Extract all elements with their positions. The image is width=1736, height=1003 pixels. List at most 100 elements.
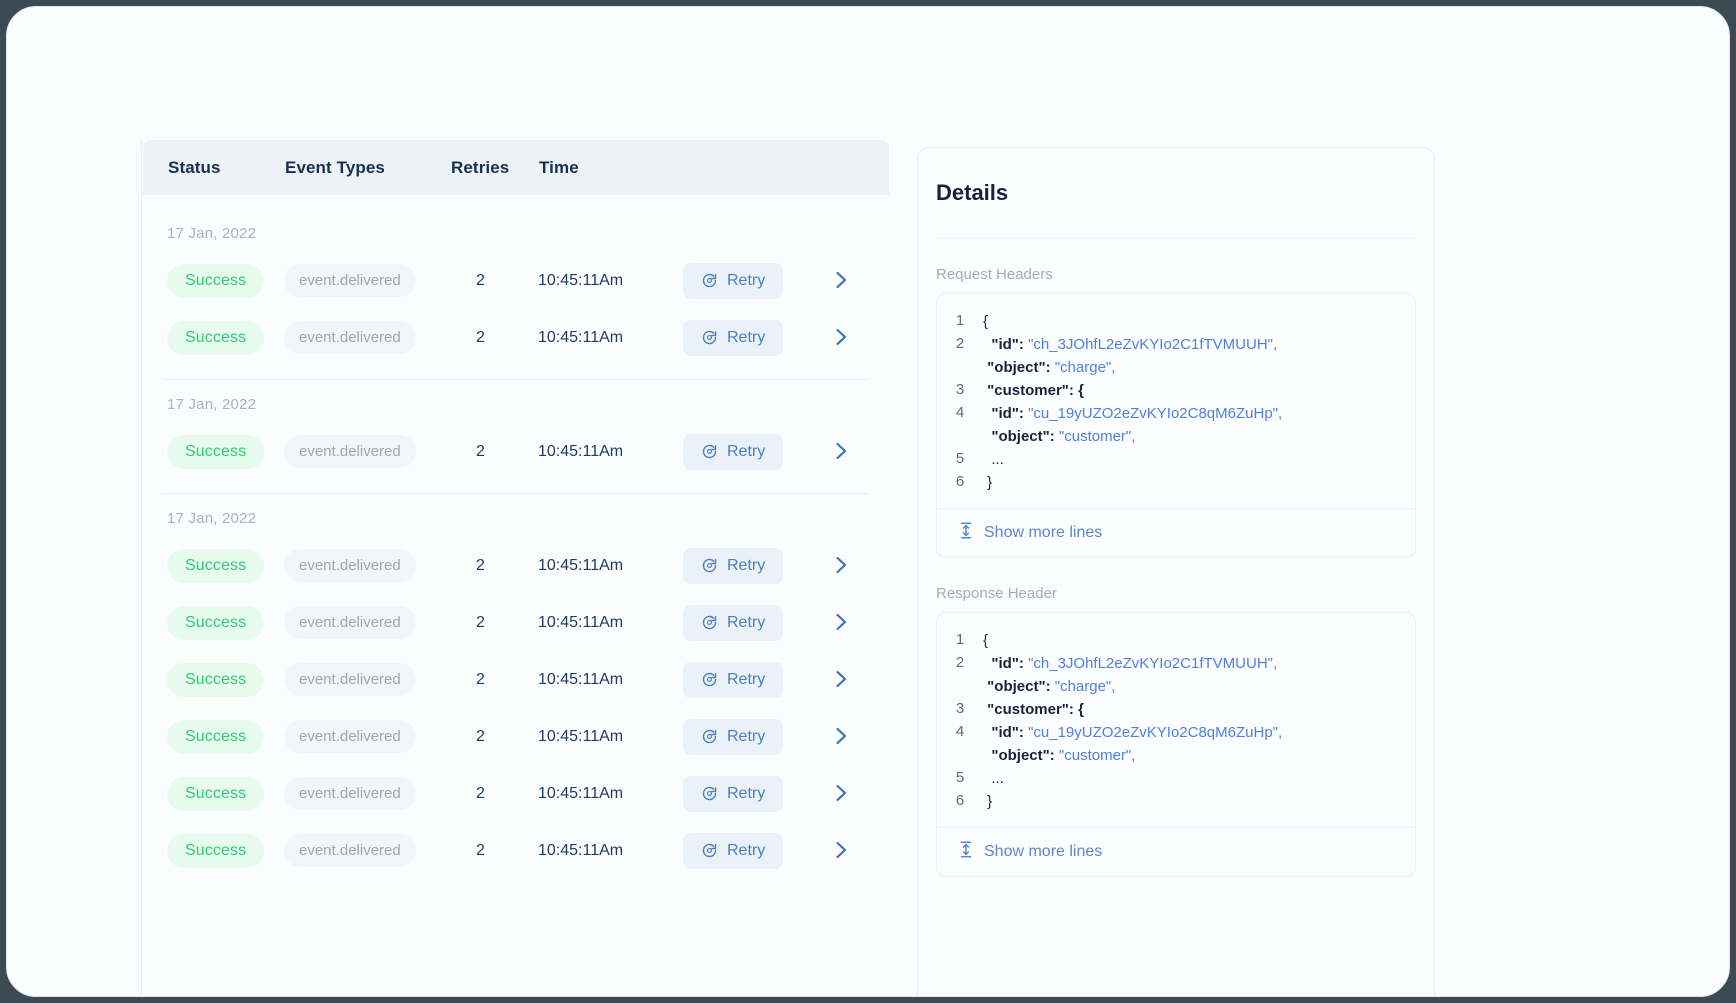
event-type-cell: event.delivered [284, 321, 450, 354]
status-cell: Success [142, 434, 284, 469]
retry-button[interactable]: Retry [683, 832, 784, 869]
code-line-text: ... [983, 770, 1004, 787]
retry-button-label: Retry [727, 613, 766, 631]
table-row[interactable]: Success event.delivered 2 10:45:11Am Retry [142, 708, 889, 765]
retry-button[interactable]: Retry [683, 718, 784, 755]
code-line: 2 "id": "ch_3JOhfL2eZvKYIo2C1fTVMUUH", "… [937, 652, 1415, 698]
time-value: 10:45:11Am [538, 727, 624, 745]
retry-cell: Retry [683, 433, 831, 470]
table-row[interactable]: Success event.delivered 2 10:45:11Am Retry [142, 252, 889, 309]
retry-cell: Retry [683, 832, 831, 869]
event-type-badge: event.delivered [284, 777, 416, 810]
date-group-label: 17 Jan, 2022 [167, 225, 257, 242]
section-label: Response Header [936, 585, 1057, 602]
app-shell: Status Event Types Retries Time 17 Jan, … [6, 6, 1730, 997]
expand-cell [831, 323, 871, 352]
retry-button[interactable]: Retry [683, 661, 784, 698]
column-header-event-types: Event Types [285, 157, 385, 177]
content-area: Status Event Types Retries Time 17 Jan, … [7, 7, 1729, 996]
expand-row-button[interactable] [831, 323, 852, 351]
time-value: 10:45:11Am [538, 328, 624, 346]
retry-button[interactable]: Retry [683, 433, 784, 470]
chevron-right-icon [835, 727, 848, 749]
retry-button[interactable]: Retry [683, 319, 784, 356]
retry-icon [701, 785, 718, 802]
code-card: 1{2 "id": "ch_3JOhfL2eZvKYIo2C1fTVMUUH",… [936, 612, 1416, 877]
expand-cell [831, 437, 871, 466]
expand-row-button[interactable] [831, 437, 852, 465]
expand-cell [831, 551, 871, 580]
line-number: 3 [955, 700, 965, 717]
event-type-badge: event.delivered [284, 663, 416, 696]
status-cell: Success [142, 605, 284, 640]
retry-button-label: Retry [727, 328, 766, 346]
code-line-text: } [983, 793, 993, 810]
retry-button[interactable]: Retry [683, 775, 784, 812]
event-type-badge: event.delivered [284, 264, 416, 297]
line-number: 4 [955, 723, 965, 740]
table-row[interactable]: Success event.delivered 2 10:45:11Am Retry [142, 822, 889, 879]
code-line-text: "id": "ch_3JOhfL2eZvKYIo2C1fTVMUUH", "ob… [983, 336, 1278, 376]
expand-row-button[interactable] [831, 779, 852, 807]
deliveries-table-panel: Status Event Types Retries Time 17 Jan, … [141, 140, 889, 996]
retry-cell: Retry [683, 319, 831, 356]
code-line-text: "id": "ch_3JOhfL2eZvKYIo2C1fTVMUUH", "ob… [983, 655, 1278, 695]
code-line: 2 "id": "ch_3JOhfL2eZvKYIo2C1fTVMUUH", "… [937, 333, 1415, 379]
event-type-cell: event.delivered [284, 663, 450, 696]
event-type-cell: event.delivered [284, 834, 450, 867]
retry-icon [701, 671, 718, 688]
expand-row-button[interactable] [831, 665, 852, 693]
code-line-text: "id": "cu_19yUZO2eZvKYIo2C8qM6ZuHp", "ob… [983, 724, 1283, 764]
table-row[interactable]: Success event.delivered 2 10:45:11Am Retry [142, 594, 889, 651]
expand-cell [831, 722, 871, 751]
time-value: 10:45:11Am [538, 670, 624, 688]
retries-value: 2 [476, 670, 485, 688]
table-row[interactable]: Success event.delivered 2 10:45:11Am Retry [142, 423, 889, 494]
retry-cell: Retry [683, 604, 831, 641]
table-row[interactable]: Success event.delivered 2 10:45:11Am Retry [142, 765, 889, 822]
deliveries-rows-scroll[interactable]: 17 Jan, 2022 Success event.delivered 2 10:45… [142, 195, 889, 996]
expand-row-button[interactable] [831, 608, 852, 636]
chevron-right-icon [835, 784, 848, 806]
code-line: 1{ [937, 629, 1415, 652]
expand-row-button[interactable] [831, 551, 852, 579]
details-section: Request Headers 1{2 "id": "ch_3JOhfL2eZvK… [918, 239, 1434, 558]
code-line-text: "customer": { [983, 701, 1084, 718]
expand-cell [831, 608, 871, 637]
expand-cell [831, 665, 871, 694]
table-row[interactable]: Success event.delivered 2 10:45:11Am Retry [142, 309, 889, 380]
retry-icon [701, 272, 718, 289]
time-value: 10:45:11Am [538, 442, 624, 460]
expand-row-button[interactable] [831, 722, 852, 750]
line-number: 5 [955, 769, 965, 786]
line-number: 2 [955, 654, 965, 671]
table-row[interactable]: Success event.delivered 2 10:45:11Am Retry [142, 651, 889, 708]
line-number: 3 [955, 381, 965, 398]
event-type-cell: event.delivered [284, 720, 450, 753]
retries-value: 2 [476, 784, 485, 802]
retry-button-label: Retry [727, 556, 766, 574]
show-more-lines-button[interactable]: Show more lines [937, 508, 1415, 557]
retry-icon [701, 728, 718, 745]
show-more-lines-button[interactable]: Show more lines [937, 827, 1415, 876]
table-row[interactable]: Success event.delivered 2 10:45:11Am Retry [142, 537, 889, 594]
expand-row-button[interactable] [831, 836, 852, 864]
code-line: 1{ [937, 310, 1415, 333]
retry-cell: Retry [683, 775, 831, 812]
event-type-cell: event.delivered [284, 549, 450, 582]
retry-button[interactable]: Retry [683, 547, 784, 584]
retries-value: 2 [476, 328, 485, 346]
retry-button[interactable]: Retry [683, 262, 784, 299]
date-group-label: 17 Jan, 2022 [167, 510, 257, 527]
details-section: Response Header 1{2 "id": "ch_3JOhfL2eZvK… [918, 558, 1434, 877]
expand-row-button[interactable] [831, 266, 852, 294]
date-group-label: 17 Jan, 2022 [167, 396, 257, 413]
line-number: 5 [955, 450, 965, 467]
details-sections: Request Headers 1{2 "id": "ch_3JOhfL2eZvK… [918, 239, 1434, 877]
line-number: 4 [955, 404, 965, 421]
column-header-time: Time [539, 157, 579, 177]
chevron-right-icon [835, 670, 848, 692]
event-type-cell: event.delivered [284, 606, 450, 639]
retry-button[interactable]: Retry [683, 604, 784, 641]
code-line-text: ... [983, 451, 1004, 468]
